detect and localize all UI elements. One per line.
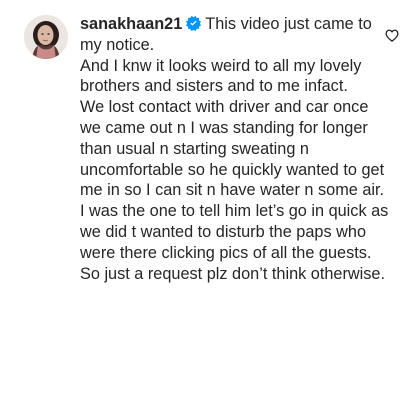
comment-username[interactable]: sanakhaan21 (80, 15, 182, 33)
comment: sanakhaan21 This video just came to my no… (0, 0, 417, 401)
avatar[interactable] (24, 15, 68, 59)
comment-body: And I knw it looks weird to all my lovel… (80, 56, 389, 283)
profile-photo-icon (24, 15, 68, 59)
comment-text: sanakhaan21 This video just came to my no… (80, 14, 390, 284)
heart-outline-icon[interactable] (385, 29, 399, 42)
verified-badge-icon (186, 16, 202, 31)
